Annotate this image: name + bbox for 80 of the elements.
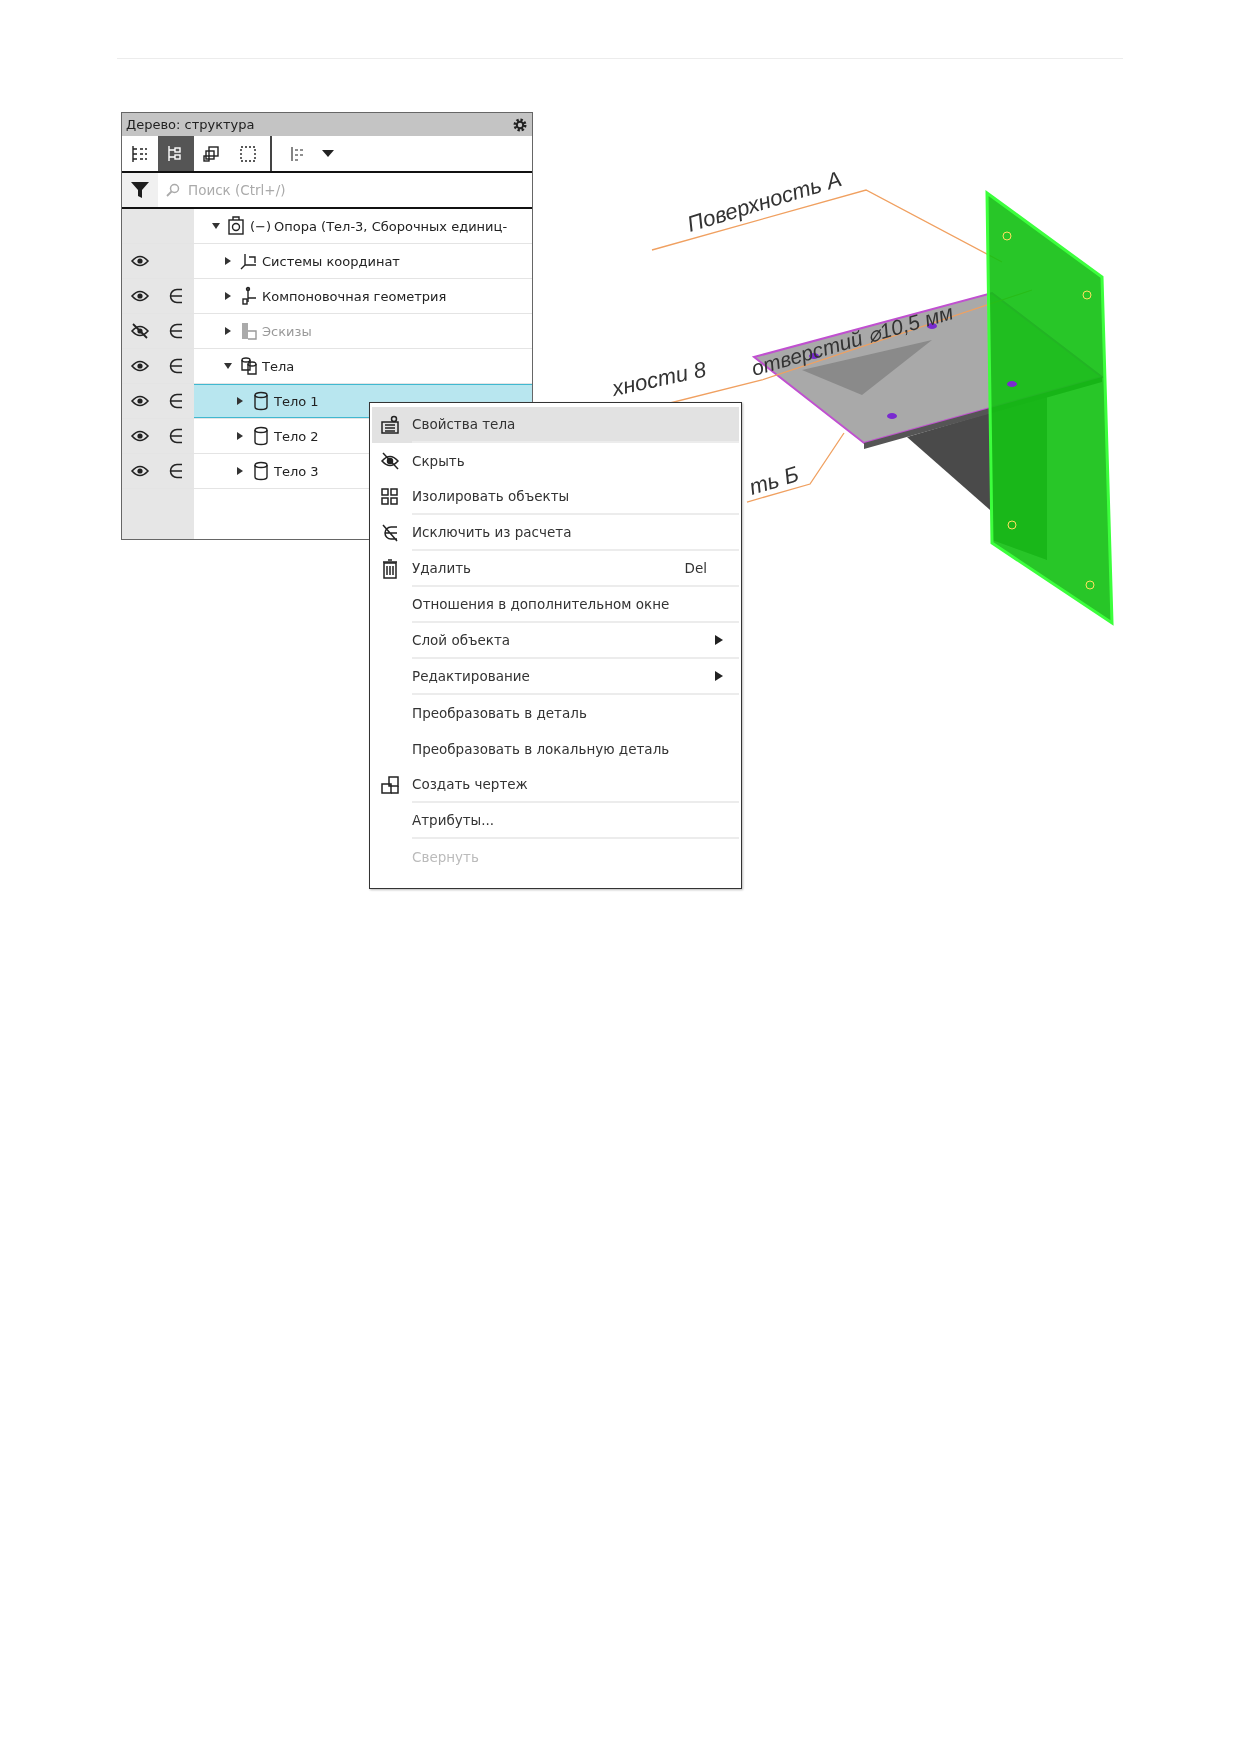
tree-row[interactable]: (−) Опора (Тел-3, Сборочных единиц-: [122, 209, 532, 244]
eye-icon[interactable]: [131, 465, 149, 477]
panel-title: Дерево: структура: [126, 117, 255, 132]
tree-item-label: Тела: [262, 358, 295, 374]
expand-arrow-icon[interactable]: [236, 432, 244, 440]
coords-node-icon: [239, 251, 259, 271]
annotation-label: ть Б: [746, 461, 802, 500]
menu-item[interactable]: Свойства тела: [372, 407, 739, 443]
menu-item-label: Атрибуты...: [412, 812, 496, 828]
menu-item-label: Слой объекта: [412, 632, 512, 648]
menu-item[interactable]: Слой объекта: [372, 623, 739, 659]
exclude-icon: [380, 523, 400, 543]
expand-arrow-icon[interactable]: [236, 397, 244, 405]
element-of-icon[interactable]: [169, 393, 183, 409]
tree-item-label: Системы координат: [262, 253, 400, 269]
search-field[interactable]: Поиск (Ctrl+/): [186, 181, 430, 199]
isolate-icon: [380, 487, 400, 507]
body-node-icon: [251, 426, 271, 446]
tree-row[interactable]: Системы координат: [122, 244, 532, 279]
body-node-icon: [251, 461, 271, 481]
menu-item[interactable]: Удалить Del: [372, 551, 739, 587]
filter-button[interactable]: [122, 173, 158, 207]
expand-arrow-icon[interactable]: [224, 362, 232, 370]
menu-item-label: Исключить из расчета: [412, 524, 573, 540]
menu-item-label: Удалить: [412, 560, 473, 576]
body-node-icon: [251, 391, 271, 411]
delete-icon: [380, 559, 400, 579]
element-of-icon[interactable]: [169, 358, 183, 374]
annotation-label: хности 8: [609, 356, 709, 401]
menu-item[interactable]: Атрибуты...: [372, 803, 739, 839]
shortcut-label: Del: [684, 560, 707, 576]
menu-item[interactable]: Преобразовать в деталь: [372, 695, 739, 731]
tree-row[interactable]: Компоновочная геометрия: [122, 279, 532, 314]
properties-icon: [380, 415, 400, 435]
layout-node-icon: [239, 286, 259, 306]
bodies-node-icon: [239, 356, 259, 376]
element-of-icon[interactable]: [169, 428, 183, 444]
menu-item-label: Редактирование: [412, 668, 531, 684]
assembly-node-icon: [227, 216, 247, 236]
menu-item[interactable]: Создать чертеж: [372, 767, 739, 803]
menu-item-label: Преобразовать в деталь: [412, 705, 588, 721]
filter-icon: [130, 180, 150, 200]
structure-view-button[interactable]: [158, 136, 194, 171]
gutter-background: [122, 489, 194, 539]
sketch-node-icon: [239, 321, 259, 341]
drawing-icon: [380, 775, 400, 795]
tree-item-label: Тело 1: [274, 393, 319, 409]
menu-item[interactable]: Преобразовать в локальную деталь: [372, 731, 739, 767]
expand-arrow-icon[interactable]: [212, 222, 220, 230]
search-icon: [166, 183, 180, 197]
tree-item-label: Тело 3: [274, 463, 319, 479]
tree-item-label: Тело 2: [274, 428, 319, 444]
eye-icon[interactable]: [131, 360, 149, 372]
tree-item-label: Компоновочная геометрия: [262, 288, 447, 304]
menu-item-label: Преобразовать в локальную деталь: [412, 741, 671, 757]
suppressed-marker: (−): [250, 218, 272, 234]
element-of-icon[interactable]: [169, 463, 183, 479]
menu-item-label: Скрыть: [412, 453, 466, 469]
element-of-icon[interactable]: [169, 288, 183, 304]
settings-icon[interactable]: [512, 116, 528, 133]
expand-arrow-icon[interactable]: [224, 257, 232, 265]
eye-icon[interactable]: [131, 430, 149, 442]
hide-icon: [380, 451, 400, 471]
menu-item-label: Создать чертеж: [412, 776, 529, 792]
tree-item-label: Опора (Тел-3, Сборочных единиц-: [274, 218, 508, 234]
row-gutter: [122, 209, 194, 243]
menu-item[interactable]: Отношения в дополнительном окне: [372, 587, 739, 623]
expand-arrow-icon[interactable]: [236, 467, 244, 475]
eye-icon[interactable]: [131, 290, 149, 302]
menu-item-label: Свойства тела: [412, 416, 517, 432]
tree-item-label: Эскизы: [262, 323, 312, 339]
menu-item-label: Отношения в дополнительном окне: [412, 596, 671, 612]
menu-item-label: Изолировать объекты: [412, 488, 571, 504]
eye-icon[interactable]: [131, 395, 149, 407]
eye-icon[interactable]: [131, 255, 149, 267]
menu-item[interactable]: Исключить из расчета: [372, 515, 739, 551]
caret-icon[interactable]: [322, 149, 334, 158]
expand-arrow-icon[interactable]: [224, 292, 232, 300]
menu-item[interactable]: Редактирование: [372, 659, 739, 695]
menu-item-label: Свернуть: [412, 849, 480, 865]
